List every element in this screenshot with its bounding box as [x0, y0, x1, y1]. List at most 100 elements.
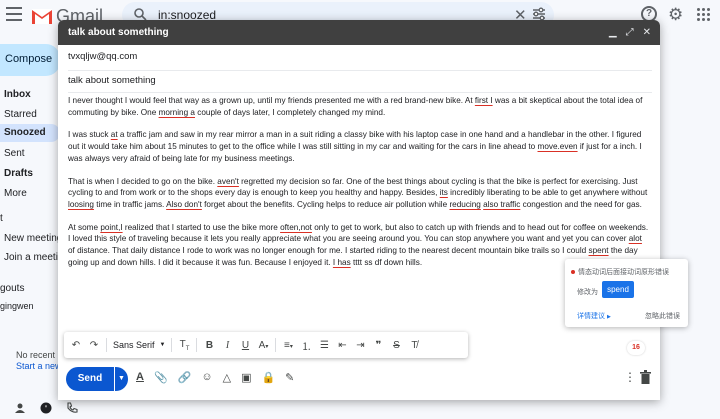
grammar-error-word[interactable]: reducing	[449, 200, 480, 209]
sidebar-item-sent[interactable]: Sent	[4, 148, 25, 159]
sidebar-item-more[interactable]: More	[4, 188, 27, 199]
quote-icon[interactable]: ❞	[372, 340, 384, 351]
more-options-icon[interactable]: ⋮	[624, 370, 636, 384]
formatting-toolbar: ↶ ↷ Sans Serif ▼ TT B I U A▾ ≡▾ ⒈ ☰ ⇤ ⇥ …	[64, 332, 468, 358]
apps-grid-icon[interactable]	[697, 8, 711, 22]
body-text-segment: realized that I started to use the bike …	[122, 222, 281, 232]
send-options-icon[interactable]: ▼	[115, 367, 128, 391]
play-arrow-icon: ▶	[606, 314, 611, 320]
body-text-segment: At some	[68, 222, 101, 232]
grammar-error-word[interactable]: morning a	[159, 108, 195, 117]
body-text-segment: tttt ss df down hills.	[350, 257, 423, 267]
align-icon[interactable]: ≡▾	[282, 340, 294, 351]
person-icon[interactable]	[14, 402, 26, 414]
body-text-segment: forget about the benefits. Cycling helps…	[201, 199, 450, 209]
close-icon[interactable]: ✕	[643, 27, 651, 38]
dropdown-arrow-icon: ▼	[159, 342, 166, 348]
hangouts-user[interactable]: gingwen	[0, 301, 34, 311]
attach-file-icon[interactable]: 📎	[154, 371, 168, 384]
body-paragraph: That is when I decided to go on the bike…	[68, 176, 650, 211]
grammar-error-word[interactable]: often,not	[280, 223, 312, 232]
insert-link-icon[interactable]: 🔗	[178, 371, 192, 384]
search-options-icon[interactable]	[532, 7, 546, 21]
body-text-segment: time in traffic jams.	[93, 199, 167, 209]
undo-icon[interactable]: ↶	[70, 340, 82, 351]
body-text-segment: That is when I decided to go on the bike…	[68, 176, 218, 186]
minimize-icon[interactable]: ▁	[609, 27, 617, 38]
grammar-error-word[interactable]: at	[111, 130, 118, 139]
sidebar-item-inbox[interactable]: Inbox	[4, 89, 31, 100]
indent-more-icon[interactable]: ⇥	[354, 340, 366, 351]
compose-title: talk about something	[68, 27, 169, 38]
body-text-segment: I was stuck	[68, 130, 111, 140]
formatting-options-icon[interactable]: A	[136, 371, 144, 384]
phone-icon[interactable]	[66, 402, 78, 414]
hangouts-icon[interactable]: ”	[40, 402, 52, 414]
body-text-segment: I never thought I would feel that way as…	[68, 96, 475, 105]
grammar-error-word[interactable]: I has	[333, 258, 351, 267]
emoji-icon[interactable]: ☺	[201, 371, 212, 384]
hangouts-bottom-bar: ”	[14, 402, 78, 414]
body-text-segment: couple of days later, I completely chang…	[194, 107, 386, 117]
compose-header[interactable]: talk about something ▁ ⤢ ✕	[58, 20, 660, 45]
to-field[interactable]: tvxqljw@qq.com	[68, 47, 652, 71]
sidebar-item-drafts[interactable]: Drafts	[4, 168, 33, 179]
signature-icon[interactable]: ✎	[285, 371, 294, 384]
start-new-link[interactable]: Start a new	[16, 361, 62, 371]
redo-icon[interactable]: ↷	[88, 340, 100, 351]
grammar-error-word[interactable]: Also don't	[166, 200, 202, 209]
expand-icon[interactable]: ⤢	[626, 27, 634, 38]
error-count-badge[interactable]: 16	[627, 341, 645, 355]
message-body[interactable]: I never thought I would feel that way as…	[68, 95, 650, 279]
hangouts-label: gouts	[0, 283, 25, 294]
body-text-segment: incredibly liberating to be able to get …	[447, 188, 648, 198]
discard-draft-icon[interactable]	[640, 370, 651, 384]
remove-formatting-icon[interactable]: T̸	[408, 340, 420, 351]
bulleted-list-icon[interactable]: ☰	[318, 340, 330, 351]
compose-button[interactable]: Compose	[0, 44, 60, 76]
grammar-error-word[interactable]: spent	[589, 246, 609, 255]
confidential-mode-icon[interactable]: 🔒	[261, 371, 275, 384]
grammar-error-word[interactable]: move.even	[538, 142, 578, 151]
grammar-error-word[interactable]: also traffic	[483, 200, 520, 209]
numbered-list-icon[interactable]: ⒈	[300, 338, 312, 353]
bold-icon[interactable]: B	[203, 340, 215, 351]
grammar-error-word[interactable]: alot	[629, 234, 642, 243]
indent-less-icon[interactable]: ⇤	[336, 340, 348, 351]
insert-photo-icon[interactable]: ▣	[241, 371, 251, 384]
strikethrough-icon[interactable]: S	[390, 340, 402, 351]
font-family-select[interactable]: Sans Serif ▼	[113, 340, 165, 350]
new-meeting-link[interactable]: New meeting	[4, 233, 62, 244]
drive-icon[interactable]: △	[223, 371, 231, 384]
grammar-error-word[interactable]: loosing	[68, 200, 94, 209]
body-paragraph: I was stuck at a traffic jam and saw in …	[68, 129, 650, 164]
body-paragraph: I never thought I would feel that way as…	[68, 95, 650, 118]
meet-section-fragment: t	[0, 213, 3, 224]
sidebar-item-snoozed[interactable]: Snoozed	[0, 124, 60, 142]
no-recent-text: No recent	[16, 350, 56, 360]
underline-icon[interactable]: U	[239, 340, 251, 351]
grammar-error-word[interactable]: point,I	[100, 223, 122, 232]
text-color-icon[interactable]: A▾	[257, 340, 269, 351]
details-link[interactable]: 详情建议 ▶	[577, 311, 611, 321]
grammar-error-word[interactable]: aven't	[217, 177, 239, 186]
sidebar-item-starred[interactable]: Starred	[4, 109, 37, 120]
body-text-segment: congestion and the need for gas.	[520, 199, 642, 209]
settings-gear-icon[interactable]: ⚙	[668, 5, 683, 25]
grammar-error-word[interactable]: first I	[475, 96, 493, 105]
suggestion-button[interactable]: spend	[602, 281, 634, 298]
change-to-label: 修改为	[577, 289, 598, 296]
body-text-segment: of distance. That daily distance I rode …	[68, 246, 589, 256]
main-menu-icon[interactable]	[6, 7, 22, 21]
send-button[interactable]: Send	[66, 367, 114, 391]
grammar-error-word[interactable]: its	[440, 188, 448, 197]
ignore-error-link[interactable]: 忽略此错误	[645, 311, 680, 321]
subject-field[interactable]: talk about something	[68, 71, 652, 93]
grammar-suggestion-popup: 情态动词后面接动词原形错误 修改为 spend 详情建议 ▶ 忽略此错误	[565, 259, 688, 327]
font-size-icon[interactable]: TT	[178, 339, 190, 352]
body-paragraph: At some point,I realized that I started …	[68, 222, 650, 269]
compose-bottom-bar: Send ▼ A 📎 🔗 ☺ △ ▣ 🔒 ✎ ⋮	[58, 363, 660, 400]
error-type-label: 情态动词后面接动词原形错误	[578, 269, 669, 276]
error-dot-icon	[571, 270, 575, 274]
italic-icon[interactable]: I	[221, 340, 233, 351]
